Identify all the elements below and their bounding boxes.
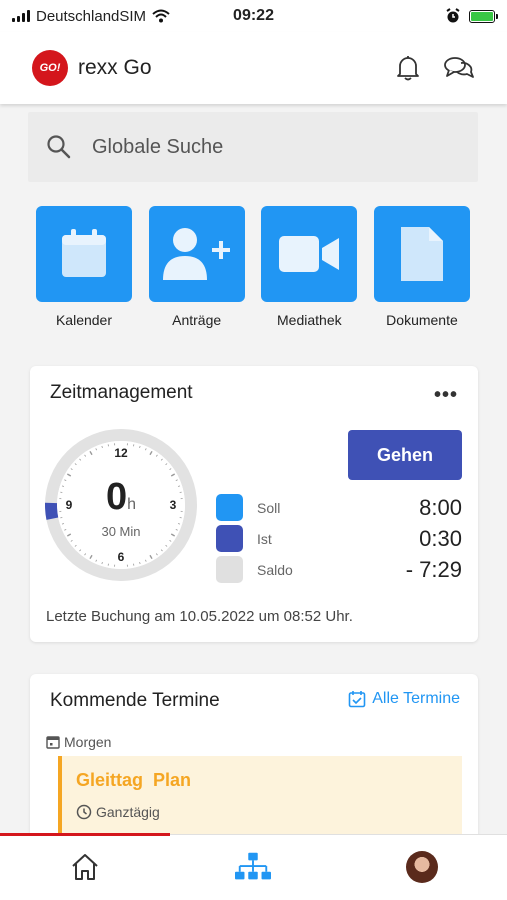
calendar-small-icon (46, 736, 60, 749)
legend-value: 0:30 (419, 525, 462, 551)
bell-icon[interactable] (395, 54, 421, 82)
clock-hours: 0h (105, 476, 137, 518)
day-group-label: Morgen (46, 734, 111, 750)
nav-home[interactable] (67, 849, 103, 885)
quick-action-label: Kalender (55, 312, 113, 328)
battery-icon (469, 9, 498, 23)
search-icon (47, 135, 71, 159)
more-options-icon[interactable]: ••• (434, 384, 458, 407)
carrier-name: DeutschlandSIM (36, 7, 147, 25)
time-legend: Soll 8:00 Ist 0:30 Saldo - 7:29 (216, 492, 462, 585)
card-title: Zeitmanagement (50, 382, 193, 403)
legend-swatch (216, 494, 243, 521)
active-tab-indicator (0, 833, 170, 836)
calendar-icon (62, 229, 106, 277)
alarm-icon (446, 8, 460, 23)
quick-action-label: Mediathek (277, 312, 342, 328)
event-time: Ganztägig (76, 804, 160, 820)
event-title: Gleittag Plan (76, 770, 192, 790)
app-logo: GO! (32, 50, 68, 86)
legend-value: 8:00 (419, 494, 462, 520)
card-title: Kommende Termine (50, 690, 220, 711)
add-user-icon (162, 228, 230, 280)
alle-termine-link[interactable]: Alle Termine (348, 690, 460, 708)
legend-row-soll: Soll 8:00 (216, 492, 462, 523)
quick-action-label: Anträge (172, 312, 222, 328)
search-placeholder: Globale Suche (92, 135, 224, 158)
app-title: rexx Go (78, 56, 152, 79)
quick-action-label: Dokumente (386, 312, 458, 328)
status-bar: DeutschlandSIM 09:22 (0, 0, 507, 32)
video-icon (279, 236, 340, 272)
gehen-button[interactable]: Gehen (348, 430, 462, 480)
legend-label: Saldo (257, 561, 293, 578)
last-booking-text: Letzte Buchung am 10.05.2022 um 08:52 Uh… (46, 608, 353, 625)
legend-swatch (216, 525, 243, 552)
app-header: GO! rexx Go (0, 32, 507, 104)
home-icon (72, 854, 98, 880)
time-clock: 12 3 6 9 0h 30 Min (44, 428, 198, 582)
avatar (406, 851, 438, 883)
day-label: Morgen (64, 734, 112, 750)
document-icon (400, 227, 443, 281)
calendar-check-icon (348, 691, 366, 708)
termine-card: Kommende Termine Alle Termine Morgen Gle… (30, 674, 478, 854)
nav-organigramm[interactable] (235, 849, 271, 885)
clock-minutes: 30 Min (101, 524, 141, 539)
clock-icon (76, 804, 92, 820)
alle-termine-label: Alle Termine (372, 690, 460, 707)
global-search-input[interactable]: Globale Suche (28, 112, 478, 182)
event-item[interactable]: Gleittag Plan Ganztägig (58, 756, 462, 840)
clock-hours-unit: h (127, 496, 137, 513)
clock-number-6: 6 (118, 550, 125, 564)
clock-number-12: 12 (114, 446, 128, 460)
quick-actions: Kalender Anträge Mediathek Dokumente (36, 206, 470, 328)
org-chart-icon (235, 852, 271, 880)
nav-profile[interactable] (404, 849, 440, 885)
event-time-label: Ganztägig (96, 804, 160, 820)
legend-label: Ist (257, 530, 272, 547)
signal-icon (12, 10, 30, 22)
wifi-icon (152, 9, 170, 23)
legend-row-saldo: Saldo - 7:29 (216, 554, 462, 585)
quick-action-dokumente[interactable]: Dokumente (373, 206, 470, 328)
legend-row-ist: Ist 0:30 (216, 523, 462, 554)
quick-action-mediathek[interactable]: Mediathek (261, 206, 358, 328)
quick-action-antraege[interactable]: Anträge (148, 206, 245, 328)
bottom-navigation (0, 833, 507, 900)
chat-icon[interactable] (443, 55, 475, 81)
legend-label: Soll (257, 499, 281, 516)
zeitmanagement-card: Zeitmanagement ••• 12 3 6 9 0h 30 Min Ge… (30, 366, 478, 642)
legend-swatch (216, 556, 243, 583)
status-time: 09:22 (233, 7, 274, 24)
quick-action-kalender[interactable]: Kalender (36, 206, 132, 328)
legend-value: - 7:29 (405, 556, 462, 582)
